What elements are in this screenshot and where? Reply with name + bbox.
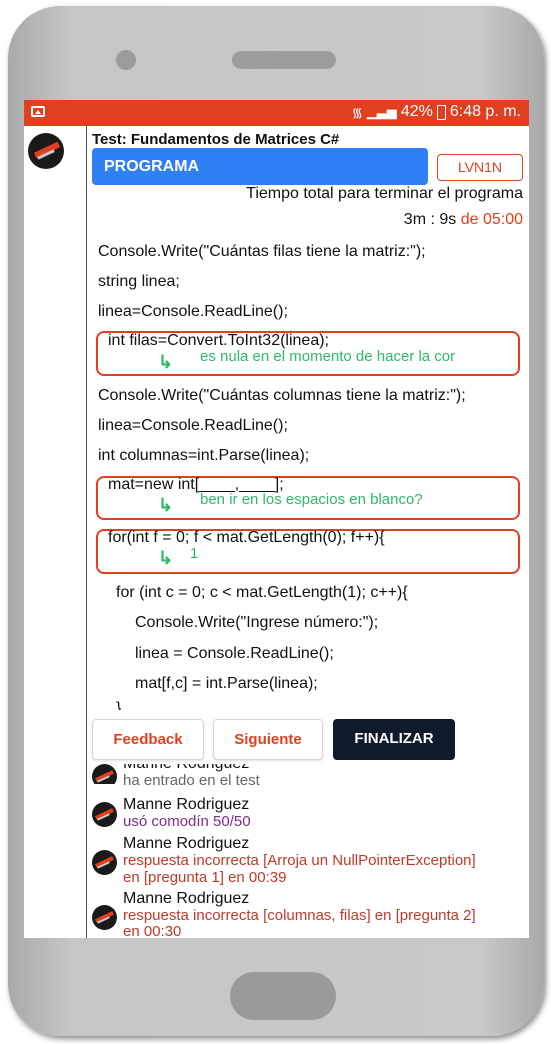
front-camera <box>116 50 136 70</box>
log-message: en 00:30 <box>123 923 182 938</box>
code-line: } <box>116 700 122 710</box>
battery-icon <box>436 104 446 120</box>
avatar <box>92 905 117 930</box>
arrow-return-icon: ↳ <box>158 495 174 515</box>
code-line: string linea; <box>98 273 180 290</box>
status-bar: ᯾ ▁▃▅ 42% 6:48 p. m. <box>24 100 529 126</box>
answer-hint-1: es nula en el momento de hacer la cor <box>200 348 456 365</box>
avatar <box>92 764 117 784</box>
wifi-icon: ᯾ <box>351 105 363 120</box>
answer-hint-2: ben ir en los espacios en blanco? <box>200 491 423 508</box>
code-line: linea = Console.ReadLine(); <box>135 645 334 662</box>
avatar <box>92 850 117 875</box>
level-button[interactable]: LVN1N <box>437 154 523 181</box>
code-line: for (int c = 0; c < mat.GetLength(1); c+… <box>116 584 408 601</box>
time-limit: de 05:00 <box>460 211 523 228</box>
feedback-button[interactable]: Feedback <box>92 719 204 760</box>
code-line: Console.Write("Cuántas columnas tiene la… <box>98 387 466 404</box>
arrow-return-icon: ↳ <box>158 352 174 372</box>
test-title: Test: Fundamentos de Matrices C# <box>92 131 340 148</box>
log-name: Manne Rodriguez <box>123 835 250 852</box>
timer-label: Tiempo total para terminar el programa <box>246 185 523 202</box>
status-right: ᯾ ▁▃▅ 42% 6:48 p. m. <box>352 103 521 121</box>
log-message: respuesta incorrecta [Arroja un NullPoin… <box>123 852 476 869</box>
thread-line <box>86 126 87 938</box>
code-line: linea=Console.ReadLine(); <box>98 417 288 434</box>
log-name: Manne Rodriguez <box>123 796 250 813</box>
program-button[interactable]: PROGRAMA <box>92 148 428 185</box>
avatar <box>92 802 117 827</box>
signal-icon: ▁▃▅ <box>366 104 397 119</box>
next-button[interactable]: Siguiente <box>213 719 323 760</box>
finish-button[interactable]: FINALIZAR <box>333 719 455 760</box>
log-name: Manne Rodriguez <box>123 890 250 907</box>
gallery-notification-icon <box>31 106 45 117</box>
timer: 3m : 9s de 05:00 <box>404 211 523 229</box>
home-button[interactable] <box>230 972 336 1020</box>
code-line: Console.Write("Ingrese número:"); <box>135 614 379 631</box>
code-line: mat[f,c] = int.Parse(linea); <box>135 675 318 692</box>
avatar <box>28 133 64 169</box>
code-line: for(int f = 0; f < mat.GetLength(0); f++… <box>108 529 385 546</box>
log-message: usó comodín 50/50 <box>123 813 251 830</box>
answer-hint-3: 1 <box>190 545 199 562</box>
code-line: int columnas=int.Parse(linea); <box>98 447 310 464</box>
arrow-return-icon: ↳ <box>158 548 174 568</box>
log-message: en [pregunta 1] en 00:39 <box>123 869 287 886</box>
time-elapsed: 3m : 9s <box>403 211 457 228</box>
earpiece-speaker <box>232 51 336 69</box>
clock: 6:48 p. m. <box>449 103 521 120</box>
screen: ᯾ ▁▃▅ 42% 6:48 p. m. Test: Fundamentos d… <box>24 100 529 938</box>
log-message: ha entrado en el test <box>123 772 260 789</box>
log-message: respuesta incorrecta [columnas, filas] e… <box>123 907 476 924</box>
code-line: linea=Console.ReadLine(); <box>98 303 288 320</box>
battery-percent: 42% <box>400 103 433 120</box>
code-line: Console.Write("Cuántas filas tiene la ma… <box>98 243 426 260</box>
